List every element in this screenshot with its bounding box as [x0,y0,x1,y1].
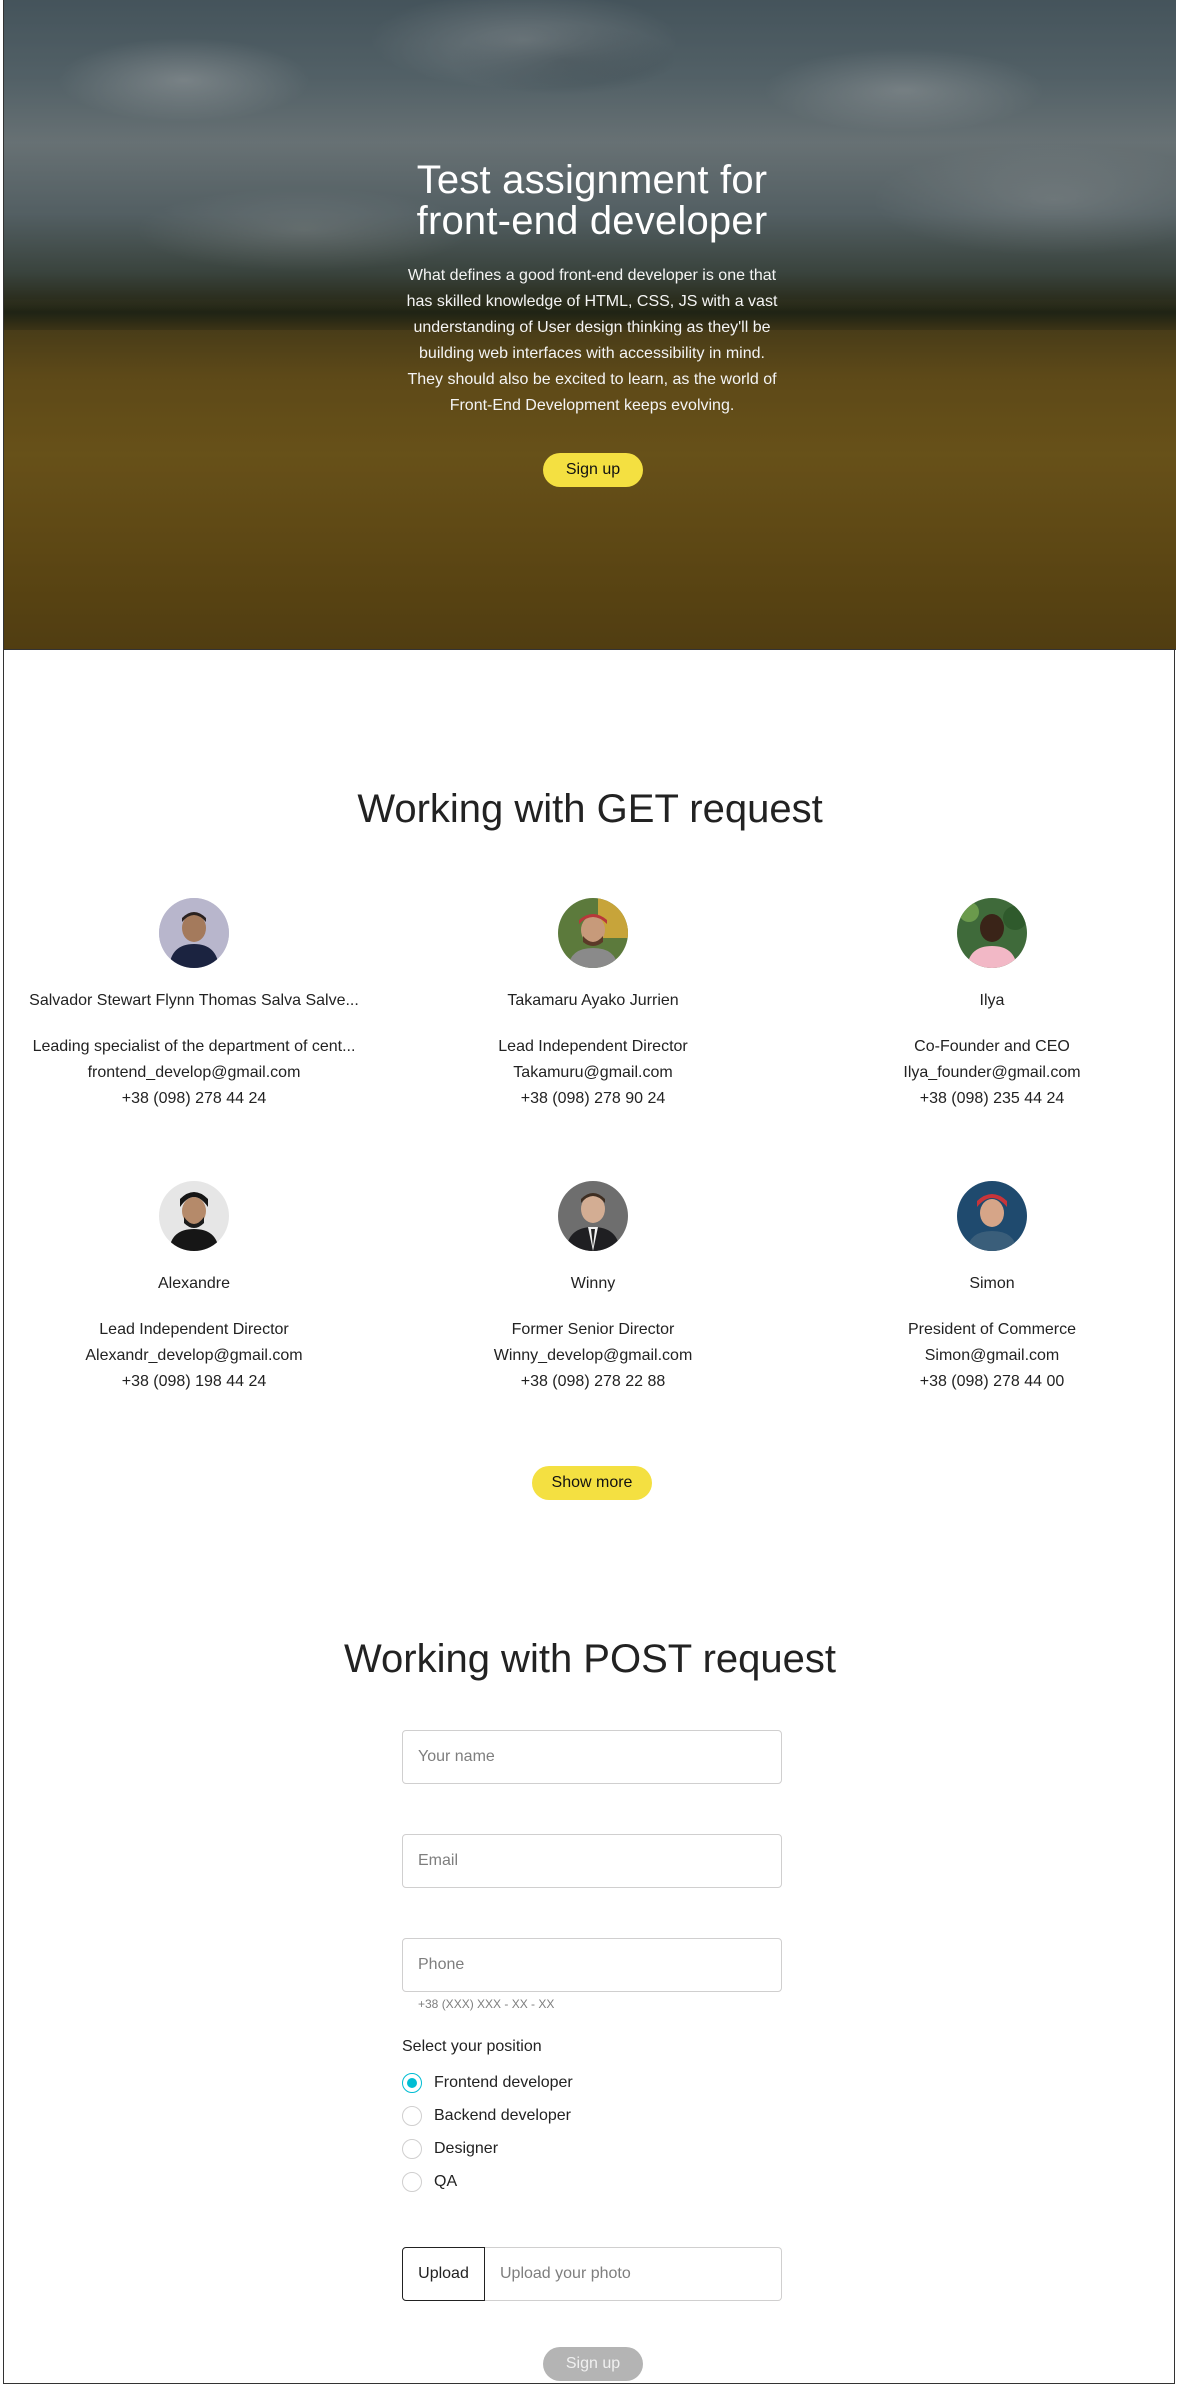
user-name: Simon [969,1275,1015,1292]
user-name: Ilya [979,992,1005,1009]
user-card: Takamaru Ayako Jurrien Lead Independent … [413,898,773,1112]
hero-banner: Test assignment for front-end developer … [4,0,1176,650]
radio-label: Backend developer [434,2107,571,2124]
upload-field[interactable]: Upload your photo [485,2247,782,2301]
email-input[interactable] [402,1834,782,1888]
user-phone: +38 (098) 278 90 24 [520,1090,666,1107]
radio-button[interactable] [402,2139,422,2159]
photo-upload: Upload Upload your photo [402,2247,782,2301]
radio-backend-developer[interactable]: Backend developer [402,2106,571,2126]
user-name: Takamaru Ayako Jurrien [507,992,679,1009]
user-name: Salvador Stewart Flynn Thomas Salva Salv… [29,992,359,1009]
hero-title-line2: front-end developer [416,199,768,243]
hero-title: Test assignment for front-end developer [402,160,782,242]
radio-designer[interactable]: Designer [402,2139,498,2159]
user-name: Winny [570,1275,616,1292]
radio-label: QA [434,2173,458,2190]
user-avatar [558,898,628,968]
user-position: Lead Independent Director [99,1321,289,1338]
user-email: Alexandr_develop@gmail.com [85,1347,303,1364]
user-position: President of Commerce [907,1321,1077,1338]
user-phone: +38 (098) 278 44 24 [121,1090,267,1107]
submit-signup-button[interactable]: Sign up [543,2347,643,2381]
hero-signup-button[interactable]: Sign up [543,453,643,487]
user-card: Alexandre Lead Independent Director Alex… [14,1181,374,1395]
phone-helper-text: +38 (XXX) XXX - XX - XX [418,1997,555,2011]
user-email: Takamuru@gmail.com [513,1064,673,1081]
user-card: Salvador Stewart Flynn Thomas Salva Salv… [14,898,374,1112]
radio-button[interactable] [402,2106,422,2126]
user-name: Alexandre [157,1275,231,1292]
user-card: Winny Former Senior Director Winny_devel… [413,1181,773,1395]
user-card: Simon President of Commerce Simon@gmail.… [812,1181,1172,1395]
user-card: Ilya Co-Founder and CEO Ilya_founder@gma… [812,898,1172,1112]
user-phone: +38 (098) 198 44 24 [121,1373,267,1390]
upload-button[interactable]: Upload [402,2247,485,2301]
page-frame: Test assignment for front-end developer … [3,0,1176,2384]
name-input[interactable] [402,1730,782,1784]
user-avatar [558,1181,628,1251]
phone-input[interactable] [402,1938,782,1992]
get-section-title: Working with GET request [357,787,823,831]
user-email: frontend_develop@gmail.com [87,1064,301,1081]
user-position: Co-Founder and CEO [914,1038,1070,1055]
user-avatar [957,898,1027,968]
position-heading: Select your position [402,2038,542,2055]
user-position: Former Senior Director [511,1321,675,1338]
user-phone: +38 (098) 235 44 24 [919,1090,1065,1107]
radio-frontend-developer[interactable]: Frontend developer [402,2073,573,2093]
user-phone: +38 (098) 278 22 88 [520,1373,666,1390]
hero-title-line1: Test assignment for [416,158,768,202]
user-phone: +38 (098) 278 44 00 [919,1373,1065,1390]
hero-content: Test assignment for front-end developer … [402,160,782,419]
radio-label: Designer [434,2140,499,2157]
radio-label: Frontend developer [434,2074,573,2091]
user-avatar [159,898,229,968]
user-position: Leading specialist of the department of … [32,1038,356,1055]
radio-button-checked[interactable] [402,2073,422,2093]
user-avatar [957,1181,1027,1251]
show-more-button[interactable]: Show more [532,1466,652,1500]
user-email: Simon@gmail.com [924,1347,1060,1364]
user-email: Winny_develop@gmail.com [493,1347,693,1364]
radio-button[interactable] [402,2172,422,2192]
post-section-title: Working with POST request [343,1637,837,1681]
user-email: Ilya_founder@gmail.com [903,1064,1081,1081]
hero-description: What defines a good front-end developer … [406,267,778,414]
user-position: Lead Independent Director [498,1038,688,1055]
user-avatar [159,1181,229,1251]
radio-qa[interactable]: QA [402,2172,457,2192]
